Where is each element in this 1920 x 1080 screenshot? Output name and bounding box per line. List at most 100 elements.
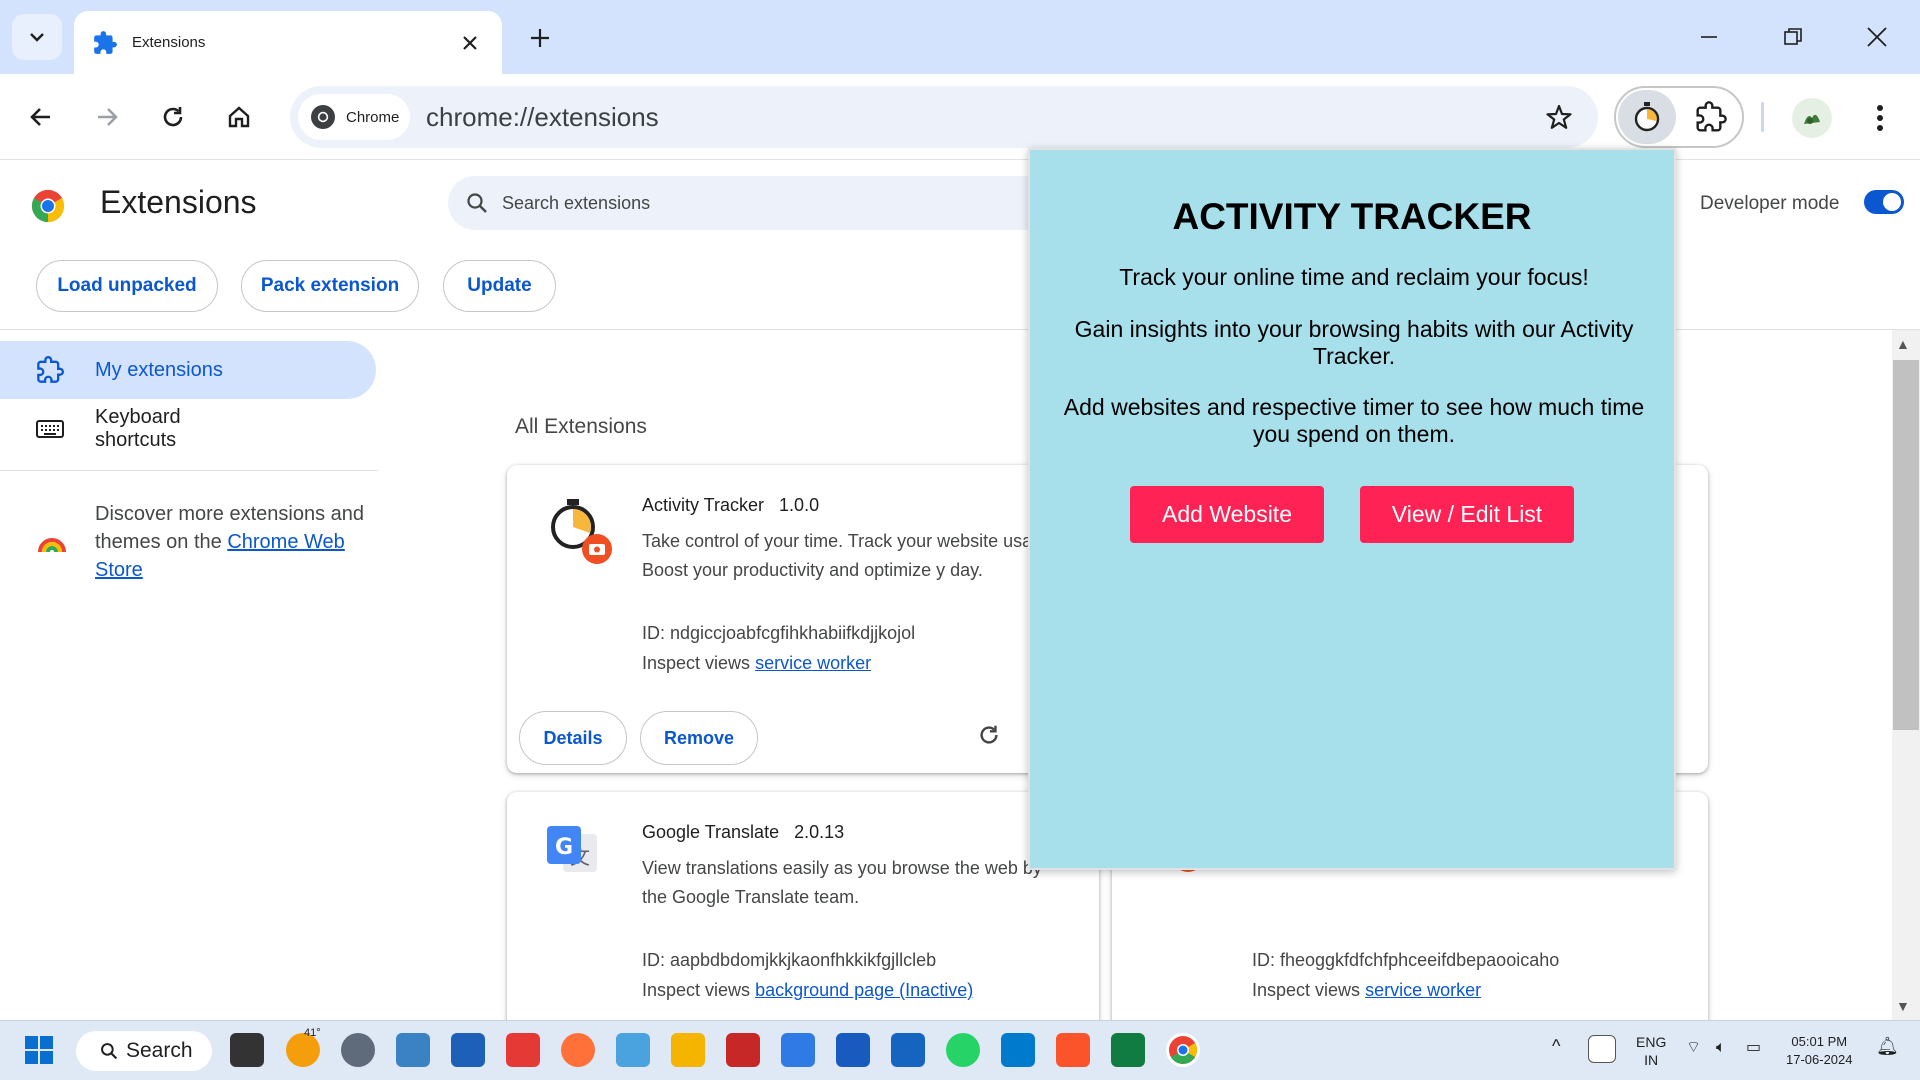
keyboard-icon[interactable]	[1588, 1035, 1616, 1063]
sidebar-item-my-extensions[interactable]: My extensions	[0, 341, 376, 399]
control-panel-icon[interactable]	[396, 1033, 430, 1067]
forward-button[interactable]	[84, 94, 130, 140]
extension-card-google-translate: 文 G Google Translate 2.0.13 View transla…	[507, 792, 1099, 1052]
python-icon[interactable]	[616, 1033, 650, 1067]
notification-bell-icon[interactable]: 🔔︎	[1876, 1037, 1899, 1055]
toolbar-separator	[1761, 102, 1764, 132]
taskbar: Search 41° ^ ENG IN ⌔ 🔈︎ ▭ 05:01 PM 17-0…	[0, 1020, 1920, 1080]
background-page-link[interactable]: background page (Inactive)	[755, 980, 973, 1000]
add-website-button[interactable]: Add Website	[1130, 486, 1324, 543]
popup-insights-text: Gain insights into your browsing habits …	[1074, 316, 1634, 369]
extension-id: ID: aapbdbdomjkkjkaonfhkkikfgjllcleb	[642, 950, 937, 970]
brave-icon[interactable]	[1056, 1033, 1090, 1067]
browser-menu-button[interactable]	[1860, 98, 1900, 138]
start-button[interactable]	[22, 1033, 56, 1067]
plus-icon	[531, 29, 549, 47]
anydesk-icon[interactable]	[506, 1033, 540, 1067]
acrobat-icon[interactable]	[726, 1033, 760, 1067]
tab-close-button[interactable]	[456, 29, 484, 57]
arrow-left-icon	[30, 108, 50, 126]
view-edit-list-button[interactable]: View / Edit List	[1360, 486, 1574, 543]
developer-mode-toggle[interactable]	[1864, 190, 1904, 214]
clock-time: 05:01 PM	[1791, 1034, 1848, 1049]
discover-text: Discover more extensions and themes on t…	[95, 500, 375, 584]
task-view-icon[interactable]	[230, 1033, 264, 1067]
inspect-views: Inspect views service worker	[1252, 980, 1481, 1001]
remove-button[interactable]: Remove	[640, 711, 758, 765]
site-info-chip[interactable]: Chrome	[298, 94, 410, 140]
file-explorer-icon[interactable]	[671, 1033, 705, 1067]
extension-name-line: Google Translate 2.0.13	[642, 822, 844, 843]
language-code: ENG	[1636, 1034, 1667, 1050]
scroll-down-arrow-icon[interactable]: ▼	[1896, 998, 1910, 1014]
minimize-button[interactable]	[1686, 14, 1732, 60]
firefox-icon[interactable]	[561, 1033, 595, 1067]
todo-icon[interactable]	[781, 1033, 815, 1067]
tray-overflow-icon[interactable]: ^	[1552, 1037, 1560, 1055]
keyboard-icon	[36, 420, 64, 438]
pack-extension-button[interactable]: Pack extension	[241, 260, 419, 312]
profile-avatar[interactable]	[1792, 98, 1832, 138]
back-button[interactable]	[18, 94, 64, 140]
word-icon[interactable]	[836, 1033, 870, 1067]
scroll-up-arrow-icon[interactable]: ▲	[1896, 336, 1910, 352]
bookmark-button[interactable]	[1540, 98, 1578, 136]
restore-button[interactable]	[1770, 14, 1816, 60]
extension-name: Google Translate	[642, 822, 780, 842]
service-worker-link[interactable]: service worker	[1365, 980, 1481, 1000]
inspect-label: Inspect views	[642, 653, 751, 673]
inspect-views: Inspect views background page (Inactive)	[642, 980, 973, 1001]
reload-button[interactable]	[150, 94, 196, 140]
vscode-icon[interactable]	[1001, 1033, 1035, 1067]
volume-icon[interactable]: 🔈︎	[1716, 1039, 1726, 1057]
scrollbar-thumb[interactable]	[1893, 360, 1919, 730]
google-translate-icon: 文 G	[547, 826, 597, 872]
minimize-icon	[1701, 36, 1717, 38]
close-window-button[interactable]	[1854, 14, 1900, 60]
activity-tracker-extension-button[interactable]	[1618, 90, 1676, 144]
load-unpacked-button[interactable]: Load unpacked	[36, 260, 218, 312]
title-bar: Extensions	[0, 0, 1920, 74]
settings-icon[interactable]	[341, 1033, 375, 1067]
taskbar-search-label: Search	[126, 1039, 193, 1062]
extensions-menu-button[interactable]	[1686, 92, 1736, 142]
extension-version: 1.0.0	[779, 495, 820, 515]
excel-icon[interactable]	[1111, 1033, 1145, 1067]
whatsapp-icon[interactable]	[946, 1033, 980, 1067]
home-icon	[228, 106, 250, 128]
puzzle-icon	[1696, 101, 1727, 132]
tab-extensions[interactable]: Extensions	[74, 11, 502, 74]
puzzle-icon	[94, 30, 117, 54]
search-icon	[467, 193, 487, 213]
extension-id: ID: ndgiccjoabfcgfihkhabiifkdjjkojol	[642, 623, 916, 643]
chrome-logo-icon	[311, 105, 335, 129]
extension-icon	[37, 356, 64, 383]
wifi-icon[interactable]: ⌔	[1686, 1039, 1701, 1057]
tab-search-button[interactable]	[12, 14, 62, 60]
star-icon	[1546, 104, 1572, 129]
close-icon	[463, 35, 477, 50]
notepad-icon[interactable]	[891, 1033, 925, 1067]
chevron-down-icon	[30, 33, 44, 42]
developer-mode-label: Developer mode	[1700, 193, 1840, 214]
clock[interactable]: 05:01 PM 17-06-2024	[1786, 1033, 1853, 1069]
language-indicator[interactable]: ENG IN	[1636, 1033, 1666, 1069]
update-button[interactable]: Update	[443, 260, 556, 312]
reload-icon[interactable]	[977, 723, 1001, 747]
service-worker-link[interactable]: service worker	[755, 653, 871, 673]
chrome-taskbar-icon[interactable]	[1166, 1033, 1200, 1067]
address-bar[interactable]: Chrome chrome://extensions	[290, 86, 1598, 148]
photos-icon[interactable]	[451, 1033, 485, 1067]
popup-title: ACTIVITY TRACKER	[1172, 196, 1532, 237]
extension-card-activity-tracker: Activity Tracker 1.0.0 Take control of y…	[507, 465, 1099, 773]
svg-text:G: G	[555, 835, 573, 860]
taskbar-search[interactable]: Search	[76, 1031, 212, 1071]
web-store-icon	[38, 538, 66, 553]
home-button[interactable]	[216, 94, 262, 140]
new-tab-button[interactable]	[520, 18, 560, 58]
chrome-logo-icon	[31, 189, 65, 223]
details-button[interactable]: Details	[519, 711, 627, 765]
inspect-views: Inspect views service worker	[642, 653, 871, 674]
battery-icon[interactable]: ▭	[1746, 1039, 1761, 1057]
clock-date: 17-06-2024	[1786, 1052, 1853, 1067]
